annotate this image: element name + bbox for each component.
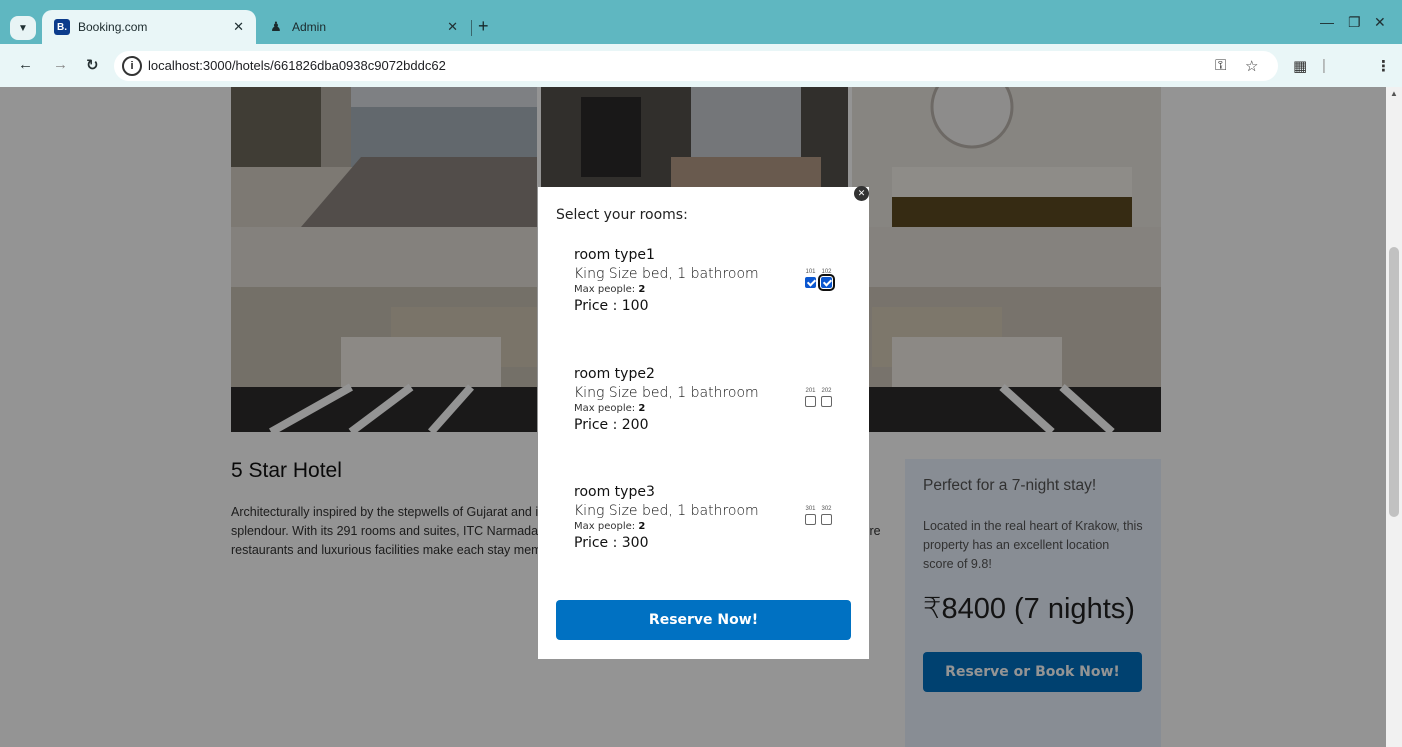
- reload-icon[interactable]: ↻: [86, 56, 99, 74]
- close-modal-icon[interactable]: ✕: [854, 186, 869, 201]
- page-scrollbar[interactable]: ▲: [1386, 87, 1402, 747]
- max-label: Max people:: [574, 284, 636, 295]
- tab-booking[interactable]: B. Booking.com ✕: [42, 10, 256, 44]
- close-window-icon[interactable]: ✕: [1374, 14, 1386, 31]
- tab-separator: [471, 20, 472, 36]
- reserve-now-button[interactable]: Reserve Now!: [556, 600, 851, 640]
- max-value: 2: [638, 284, 646, 295]
- room-title: room type2: [574, 366, 655, 382]
- room-price: Price : 200: [574, 417, 649, 433]
- back-icon[interactable]: ←: [18, 56, 33, 73]
- room-number-option: 201: [804, 388, 817, 407]
- tab-search-button[interactable]: ▼: [10, 16, 36, 40]
- max-value: 2: [638, 403, 646, 414]
- admin-icon: ♟: [270, 19, 282, 34]
- room-number-option: 202: [820, 388, 833, 407]
- room-number-option: 302: [820, 506, 833, 525]
- room-title: room type1: [574, 247, 655, 263]
- room-number-label: 101: [805, 269, 816, 275]
- room-numbers: 301 302: [804, 506, 833, 525]
- room-number-label: 102: [821, 269, 832, 275]
- minimize-icon[interactable]: —: [1320, 14, 1334, 30]
- booking-favicon-icon: B.: [54, 19, 70, 35]
- room-item: room type3 King Size bed, 1 bathroom Max…: [574, 484, 854, 564]
- tab-title: Admin: [292, 20, 327, 34]
- close-tab-icon[interactable]: ✕: [447, 19, 458, 35]
- room-checkbox[interactable]: [805, 396, 816, 407]
- room-checkbox[interactable]: [805, 277, 816, 288]
- room-price: Price : 100: [574, 298, 649, 314]
- room-number-option: 102: [818, 269, 835, 291]
- room-numbers: 101 102: [804, 269, 835, 291]
- room-numbers: 201 202: [804, 388, 833, 407]
- toolbar-divider: |: [1322, 57, 1326, 74]
- room-checkbox[interactable]: [821, 396, 832, 407]
- room-item: room type2 King Size bed, 1 bathroom Max…: [574, 366, 854, 446]
- room-checkbox[interactable]: [818, 274, 835, 291]
- close-tab-icon[interactable]: ✕: [233, 19, 244, 35]
- scrollbar-thumb[interactable]: [1389, 247, 1399, 517]
- max-value: 2: [638, 521, 646, 532]
- room-checkbox[interactable]: [805, 514, 816, 525]
- scroll-up-icon[interactable]: ▲: [1390, 89, 1398, 98]
- more-menu-icon[interactable]: ⋮: [1376, 57, 1391, 75]
- new-tab-button[interactable]: +: [478, 16, 489, 37]
- extensions-icon[interactable]: ▦: [1293, 57, 1307, 75]
- room-number-label: 301: [805, 506, 816, 512]
- modal-heading: Select your rooms:: [556, 207, 688, 223]
- room-number-option: 101: [804, 269, 817, 288]
- key-icon[interactable]: ⚿: [1215, 57, 1226, 74]
- max-label: Max people:: [574, 403, 636, 414]
- url-text[interactable]: localhost:3000/hotels/661826dba0938c9072…: [148, 58, 446, 73]
- room-number-label: 201: [805, 388, 816, 394]
- page-content: 5 Star Hotel Architecturally inspired by…: [0, 87, 1386, 747]
- tab-admin[interactable]: ♟ Admin ✕: [256, 10, 470, 44]
- room-title: room type3: [574, 484, 655, 500]
- room-number-label: 302: [821, 506, 832, 512]
- max-label: Max people:: [574, 521, 636, 532]
- room-select-modal: Select your rooms: room type1 King Size …: [538, 187, 869, 659]
- room-price: Price : 300: [574, 535, 649, 551]
- room-item: room type1 King Size bed, 1 bathroom Max…: [574, 247, 854, 327]
- forward-icon[interactable]: →: [53, 56, 68, 73]
- tab-title: Booking.com: [78, 20, 148, 34]
- room-number-option: 301: [804, 506, 817, 525]
- room-number-label: 202: [821, 388, 832, 394]
- site-info-icon[interactable]: i: [122, 56, 142, 76]
- room-checkbox[interactable]: [821, 514, 832, 525]
- restore-icon[interactable]: ❐: [1348, 14, 1361, 31]
- bookmark-star-icon[interactable]: ☆: [1245, 57, 1258, 75]
